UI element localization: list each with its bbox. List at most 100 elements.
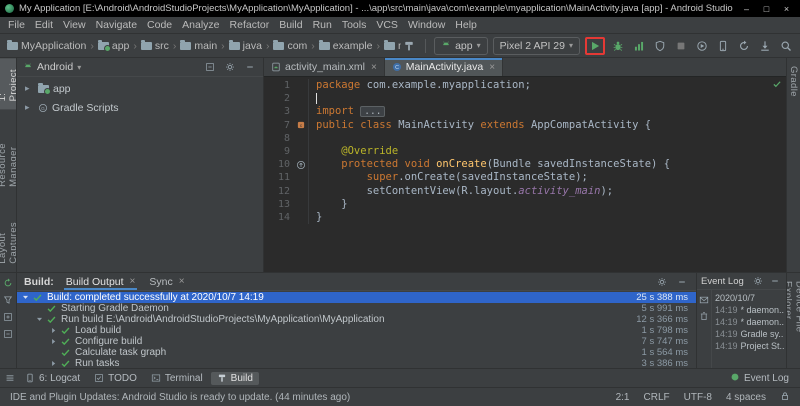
project-view-selector[interactable]: Android [37,61,73,73]
breadcrumb-myapplication[interactable]: MyApplication [6,39,87,52]
build-tree-row[interactable]: Calculate task graph 1 s 564 ms [17,347,696,358]
tool-window-button-todo[interactable]: TODO [88,372,143,385]
expand-all-button[interactable] [1,310,15,323]
editor-tab-activity-main-xml[interactable]: activity_main.xml × [264,58,385,76]
menu-help[interactable]: Help [450,18,482,32]
project-tree-item-gradle-scripts[interactable]: ▸ G Gradle Scripts [17,98,263,117]
build-tree-row[interactable]: Run tasks 3 s 386 ms [17,358,696,368]
tree-item-label: app [53,82,71,95]
run-config-dropdown[interactable]: app ▾ [434,36,488,55]
tool-windows-menu-icon[interactable] [5,373,15,383]
tool-button-resource-manager[interactable]: Resource Manager [0,109,16,195]
build-tree-row[interactable]: Starting Gradle Daemon 5 s 991 ms [17,303,696,314]
collapse-all-button[interactable] [1,327,15,340]
menu-window[interactable]: Window [403,18,450,32]
breadcrumb-chevron-icon: › [172,39,177,52]
maximize-button[interactable]: □ [760,4,773,14]
breadcrumb-main[interactable]: main [179,39,218,52]
inspection-ok-icon [772,79,782,89]
hide-panel-button[interactable] [243,61,257,74]
menu-analyze[interactable]: Analyze [177,18,224,32]
breadcrumb-example[interactable]: example [318,39,374,52]
indent-style[interactable]: 4 spaces [726,392,766,403]
settings-button[interactable] [223,61,237,74]
tool-button-layout-captures[interactable]: Layout Captures [0,195,16,272]
tool-window-button-6-logcat[interactable]: 6: Logcat [19,372,86,385]
readonly-lock-icon[interactable] [780,391,790,404]
menu-file[interactable]: File [3,18,30,32]
restart-build-button[interactable] [1,276,15,289]
breadcrumb-myapplication[interactable]: myapplication [383,39,401,52]
breadcrumb-java[interactable]: java [228,39,263,52]
gradle-scripts-icon: G [38,103,48,113]
tool-button-gradle[interactable]: Gradle [787,58,800,105]
editor-tab-mainactivity-java[interactable]: C MainActivity.java × [384,58,504,76]
breadcrumb-com[interactable]: com [272,39,308,52]
build-tree-row[interactable]: Run build E:\Android\AndroidStudioProjec… [17,314,696,325]
build-tab-build-output[interactable]: Build Output × [64,273,138,290]
device-dropdown[interactable]: Pixel 2 API 29 ▾ [492,36,580,55]
attach-debugger-button[interactable] [694,38,710,54]
debug-button[interactable] [610,38,626,54]
tool-window-bar: 6: Logcat TODO Terminal Build Event Log [0,368,800,387]
caret-position[interactable]: 2:1 [616,392,630,403]
build-tab-sync[interactable]: Sync × [147,273,186,290]
gradle-sync-button[interactable] [736,38,752,54]
close-tab-icon[interactable]: × [489,62,495,73]
collapse-all-button[interactable] [203,61,217,74]
sdk-manager-button[interactable] [757,38,773,54]
hide-event-log-button[interactable] [768,275,782,288]
build-output-tree: Build: completed successfully at 2020/10… [17,291,696,368]
close-tab-icon[interactable]: × [371,62,377,73]
device-manager-button[interactable] [715,38,731,54]
menubar: File Edit View Navigate Code Analyze Refactor B… [0,17,800,34]
minusbox-icon [205,62,215,72]
build-tree-row[interactable]: Build: completed successfully at 2020/10… [17,292,696,303]
close-tab-icon[interactable]: × [130,276,136,287]
menu-navigate[interactable]: Navigate [91,18,142,32]
breadcrumb-src[interactable]: src [140,39,170,52]
event-log-button[interactable]: Event Log [724,371,795,386]
build-project-button[interactable] [401,38,417,54]
menu-refactor[interactable]: Refactor [225,18,275,32]
tool-button-1-project[interactable]: 1: Project [0,58,16,110]
run-button[interactable] [585,36,605,55]
menu-tools[interactable]: Tools [337,18,372,32]
stop-button[interactable] [673,38,689,54]
profiler-button[interactable] [631,38,647,54]
toolbar-actions: app ▾ Pixel 2 API 29 ▾ [401,36,794,55]
tool-button-device-file-explorer[interactable]: Device File Explorer [787,273,800,368]
menu-vcs[interactable]: VCS [371,18,403,32]
coverage-button[interactable] [652,38,668,54]
file-encoding[interactable]: UTF-8 [684,392,712,403]
close-tab-icon[interactable]: × [179,276,185,287]
close-button[interactable]: × [780,4,793,14]
mark-all-read-button[interactable] [697,293,711,306]
filter-button[interactable] [1,293,15,306]
build-tree-row[interactable]: Configure build 7 s 747 ms [17,336,696,347]
build-tree-row[interactable]: Load build 1 s 798 ms [17,325,696,336]
tool-window-label: TODO [108,372,137,384]
menu-edit[interactable]: Edit [30,18,58,32]
breadcrumb-app[interactable]: app [97,39,131,52]
tool-window-button-build[interactable]: Build [210,371,259,385]
tool-window-button-terminal[interactable]: Terminal [145,372,209,385]
hide-build-panel-button[interactable] [675,275,689,288]
build-settings-button[interactable] [655,275,669,288]
menu-code[interactable]: Code [142,18,177,32]
menu-run[interactable]: Run [308,18,337,32]
android-icon [23,61,33,71]
event-log-entry: 2020/10/7 [715,292,784,304]
event-log-settings-button[interactable] [751,275,765,288]
minimize-button[interactable]: – [740,4,753,14]
clear-all-button[interactable] [697,309,711,322]
menu-build[interactable]: Build [274,18,307,32]
layout-file-icon [271,62,281,72]
menu-view[interactable]: View [58,18,91,32]
event-timestamp: 14:19 [715,305,738,315]
search-everywhere-button[interactable] [778,38,794,54]
folder-icon [273,39,285,50]
code-editor[interactable]: 1 package com.example.myapplication; 2 3 imp… [264,77,786,272]
project-tree-item-app[interactable]: ▸ app [17,79,263,98]
line-separator[interactable]: CRLF [644,392,670,403]
